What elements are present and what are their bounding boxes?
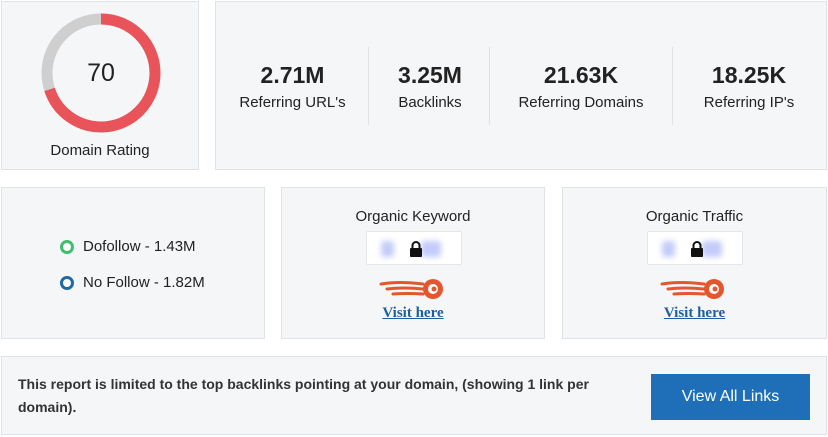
lock-icon bbox=[410, 241, 422, 257]
lock-icon bbox=[691, 241, 703, 257]
organic-traffic-visit-link[interactable]: Visit here bbox=[563, 305, 826, 322]
stat-label: Referring Domains bbox=[518, 94, 644, 111]
semrush-logo-icon bbox=[379, 279, 443, 299]
stat-value: 18.25K bbox=[711, 62, 787, 88]
organic-traffic-title: Organic Traffic bbox=[645, 208, 744, 225]
organic-keyword-locked-value bbox=[366, 231, 462, 265]
stat-label: Referring IP's bbox=[703, 94, 795, 111]
view-all-links-button[interactable]: View All Links bbox=[651, 374, 810, 420]
stat-divider bbox=[489, 47, 490, 125]
stat-referring-domains: 21.63K Referring Domains bbox=[506, 60, 656, 111]
dofollow-dot-icon bbox=[60, 239, 74, 254]
backlink-stats-card: 2.71M Referring URL's 3.25M Backlinks 21… bbox=[215, 1, 827, 170]
organic-keyword-visit-link[interactable]: Visit here bbox=[282, 305, 544, 322]
report-notice-bar: This report is limited to the top backli… bbox=[1, 356, 827, 435]
stat-referring-urls: 2.71M Referring URL's bbox=[236, 60, 349, 111]
stat-backlinks: 3.25M Backlinks bbox=[376, 60, 484, 111]
blur-chip bbox=[381, 241, 394, 257]
stat-divider bbox=[368, 47, 369, 125]
nofollow-row: No Follow - 1.82M bbox=[60, 274, 205, 291]
blur-chip bbox=[702, 241, 722, 257]
dofollow-row: Dofollow - 1.43M bbox=[60, 238, 196, 255]
semrush-logo-icon bbox=[660, 279, 724, 299]
nofollow-label: No Follow - 1.82M bbox=[83, 274, 205, 291]
nofollow-dot-icon bbox=[60, 275, 74, 290]
stat-label: Referring URL's bbox=[239, 94, 346, 111]
organic-keyword-title: Organic Keyword bbox=[355, 208, 471, 225]
stat-label: Backlinks bbox=[398, 94, 462, 111]
stat-divider bbox=[672, 47, 673, 125]
domain-rating-label: Domain Rating bbox=[50, 142, 150, 159]
organic-traffic-locked-value bbox=[647, 231, 743, 265]
domain-rating-value: 70 bbox=[87, 58, 115, 87]
blur-chip bbox=[662, 241, 675, 257]
stat-referring-ips: 18.25K Referring IP's bbox=[689, 60, 809, 111]
report-notice-text: This report is limited to the top backli… bbox=[18, 376, 589, 415]
stat-value: 3.25M bbox=[398, 62, 462, 88]
stat-value: 21.63K bbox=[543, 62, 619, 88]
dofollow-label: Dofollow - 1.43M bbox=[83, 238, 196, 255]
domain-rating-card: 70 Domain Rating bbox=[1, 1, 199, 170]
follow-breakdown-card: Dofollow - 1.43M No Follow - 1.82M bbox=[1, 187, 265, 339]
organic-traffic-card: Organic Traffic Visit here bbox=[562, 187, 827, 339]
organic-keyword-card: Organic Keyword Visit here bbox=[281, 187, 545, 339]
stat-value: 2.71M bbox=[260, 62, 325, 88]
blur-chip bbox=[421, 241, 441, 257]
